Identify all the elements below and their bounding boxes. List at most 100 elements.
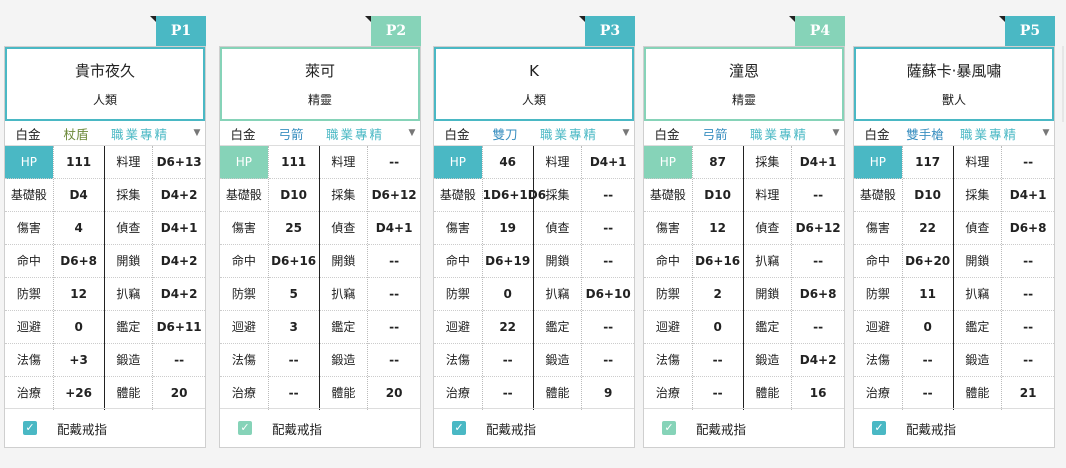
- character-card[interactable]: P3 K 人類 白金 雙刀 職業專精 ▼ HP 基礎骰 傷害 命中 防禦 迴避 法傷 治療 46 1D6+1D6…: [433, 16, 635, 448]
- stat-label: 命中: [5, 245, 53, 278]
- character-race: 獸人: [941, 93, 966, 107]
- skill-label: 扒竊: [533, 278, 582, 311]
- ring-checkbox[interactable]: ✓: [238, 421, 252, 435]
- skill-value: --: [1002, 278, 1054, 311]
- weapon-type: 杖盾: [63, 126, 89, 142]
- skill-value: D4+2: [153, 245, 205, 278]
- chevron-down-icon[interactable]: ▼: [828, 128, 844, 138]
- profession-dropdown[interactable]: 職業專精: [530, 124, 618, 143]
- stat-value: 11: [902, 278, 953, 311]
- base-class-label: 白金: [654, 126, 680, 142]
- ring-checkbox[interactable]: ✓: [23, 421, 37, 435]
- character-name: 萊可: [304, 62, 335, 80]
- ring-label: 配戴戒指: [272, 421, 323, 437]
- stat-label: 命中: [854, 245, 902, 278]
- skill-label: 採集: [953, 179, 1002, 212]
- name-box: 貴市夜久 人類: [5, 47, 205, 121]
- stat-label: 命中: [220, 245, 268, 278]
- stat-label: 法傷: [220, 344, 268, 377]
- player-tab[interactable]: P5: [1005, 16, 1055, 46]
- skill-values: D4+1 -- D6+12 -- D6+8 -- D4+2 16: [792, 146, 844, 410]
- stat-value: --: [268, 344, 319, 377]
- skill-label: 體能: [755, 386, 780, 400]
- ring-checkbox[interactable]: ✓: [662, 421, 676, 435]
- player-tab[interactable]: P3: [585, 16, 635, 46]
- character-name: K: [529, 62, 539, 80]
- skill-value: --: [1002, 311, 1054, 344]
- card-body: 貴市夜久 人類 白金 杖盾 職業專精 ▼ HP 基礎骰 傷害 命中 防禦 迴避 法傷 治療 111 D4 4 D6…: [4, 46, 206, 448]
- stat-label: 治療: [16, 386, 41, 400]
- stat-label: 防禦: [5, 278, 53, 311]
- skill-label: 扒竊: [743, 245, 792, 278]
- stat-value: D6+16: [692, 245, 743, 278]
- card-body: K 人類 白金 雙刀 職業專精 ▼ HP 基礎骰 傷害 命中 防禦 迴避 法傷 治療 46 1D6+1D6 19…: [433, 46, 635, 448]
- base-class-label: 白金: [444, 126, 470, 142]
- stat-values: 111 D4 4 D6+8 12 0 +3 +26: [53, 146, 105, 410]
- chevron-down-icon[interactable]: ▼: [618, 128, 634, 138]
- character-card[interactable]: P2 萊可 精靈 白金 弓箭 職業專精 ▼ HP 基礎骰 傷害 命中 防禦 迴避 法傷 治療 111 D10 25…: [219, 16, 421, 448]
- stat-value: 22: [902, 212, 953, 245]
- player-tab[interactable]: P2: [371, 16, 421, 46]
- weapon-type: 雙手槍: [906, 126, 944, 142]
- skill-label: 鍛造: [319, 344, 368, 377]
- player-tab[interactable]: P1: [156, 16, 206, 46]
- skill-value: --: [368, 278, 420, 311]
- stat-value: +3: [53, 344, 104, 377]
- ring-checkbox[interactable]: ✓: [452, 421, 466, 435]
- skill-label: 開鎖: [743, 278, 792, 311]
- stats-grid: HP 基礎骰 傷害 命中 防禦 迴避 法傷 治療 111 D4 4 D6+8 12 0 +3 +26 料理 採集偵…: [5, 146, 205, 410]
- base-class-label: 白金: [864, 126, 890, 142]
- chevron-down-icon[interactable]: ▼: [189, 128, 205, 138]
- class-row: 白金 弓箭 職業專精 ▼: [644, 121, 844, 146]
- stat-label: HP: [434, 146, 482, 179]
- profession-dropdown[interactable]: 職業專精: [316, 124, 404, 143]
- profession-dropdown[interactable]: 職業專精: [950, 124, 1038, 143]
- character-card[interactable]: P4 潼恩 精靈 白金 弓箭 職業專精 ▼ HP 基礎骰 傷害 命中 防禦 迴避 法傷 治療 87 D10 12 D…: [643, 16, 845, 448]
- skill-value: D6+12: [792, 212, 844, 245]
- stat-label: 傷害: [854, 212, 902, 245]
- character-race: 人類: [521, 93, 546, 107]
- stat-labels: HP 基礎骰 傷害 命中 防禦 迴避 法傷 治療: [644, 146, 693, 410]
- player-tab[interactable]: P4: [795, 16, 845, 46]
- chevron-down-icon[interactable]: ▼: [1038, 128, 1054, 138]
- skill-label: 開鎖: [953, 245, 1002, 278]
- stats-grid: HP 基礎骰 傷害 命中 防禦 迴避 法傷 治療 87 D10 12 D6+16 2 0 -- -- 採集 料理偵…: [644, 146, 844, 410]
- stat-value: 111: [53, 146, 104, 179]
- profession-dropdown[interactable]: 職業專精: [101, 124, 189, 143]
- ring-label: 配戴戒指: [57, 421, 108, 437]
- chevron-down-icon[interactable]: ▼: [404, 128, 420, 138]
- name-box: K 人類: [434, 47, 634, 121]
- ring-row: ✓ 配戴戒指: [220, 408, 420, 447]
- skill-value: D6+13: [153, 146, 205, 179]
- character-card[interactable]: P1 貴市夜久 人類 白金 杖盾 職業專精 ▼ HP 基礎骰 傷害 命中 防禦 迴避 法傷 治療 111 D4 4…: [4, 16, 206, 448]
- profession-dropdown[interactable]: 職業專精: [740, 124, 828, 143]
- ring-label: 配戴戒指: [906, 421, 957, 437]
- stat-label: 防禦: [854, 278, 902, 311]
- ring-row: ✓ 配戴戒指: [644, 408, 844, 447]
- tab-corner-mark: [999, 16, 1005, 22]
- skill-label: 體能: [965, 386, 990, 400]
- skill-label: 鑑定: [533, 311, 582, 344]
- stat-value: 0: [692, 311, 743, 344]
- card-body: 潼恩 精靈 白金 弓箭 職業專精 ▼ HP 基礎骰 傷害 命中 防禦 迴避 法傷 治療 87 D10 12 D6+…: [643, 46, 845, 448]
- stat-labels: HP 基礎骰 傷害 命中 防禦 迴避 法傷 治療: [854, 146, 903, 410]
- skill-label: 體能: [545, 386, 570, 400]
- skill-value: --: [582, 212, 634, 245]
- skill-values: -- D4+1 D6+8 -- -- -- -- 21: [1002, 146, 1054, 410]
- skill-value: D4+1: [153, 212, 205, 245]
- ring-checkbox[interactable]: ✓: [872, 421, 886, 435]
- stat-value: 117: [902, 146, 953, 179]
- character-card[interactable]: P5 薩蘇卡·暴風嘯 獸人 白金 雙手槍 職業專精 ▼ HP 基礎骰 傷害 命中 防禦 迴避 法傷 治療 11…: [853, 16, 1055, 448]
- tab-corner-mark: [789, 16, 795, 22]
- stat-label: 法傷: [644, 344, 692, 377]
- stat-value: 3: [268, 311, 319, 344]
- skill-value: --: [1002, 344, 1054, 377]
- stat-value: --: [502, 386, 513, 400]
- stat-label: HP: [220, 146, 268, 179]
- skill-label: 扒竊: [319, 278, 368, 311]
- stat-label: 防禦: [220, 278, 268, 311]
- skill-label: 採集: [319, 179, 368, 212]
- weapon-type: 弓箭: [702, 126, 728, 142]
- stat-value: D10: [268, 179, 319, 212]
- skill-label: 鑑定: [319, 311, 368, 344]
